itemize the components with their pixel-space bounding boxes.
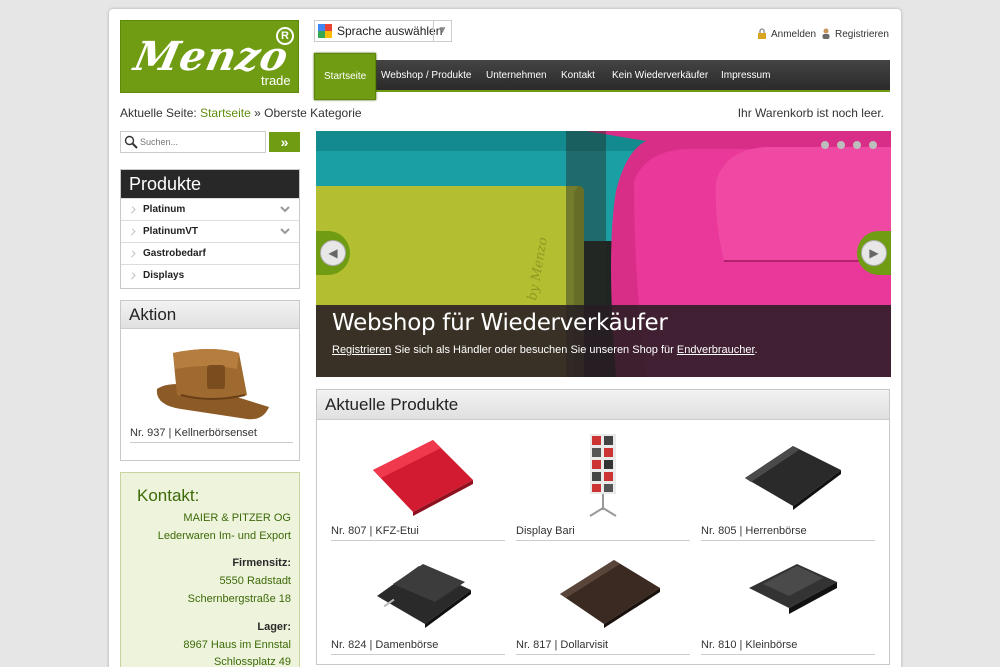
register-link[interactable]: Registrieren	[821, 28, 889, 40]
search-submit-button[interactable]: »	[269, 132, 300, 152]
arrow-bullet-icon	[128, 206, 136, 214]
current-products-title: Aktuelle Produkte	[317, 390, 889, 420]
login-label: Anmelden	[771, 29, 817, 40]
slider-dot[interactable]	[821, 141, 829, 149]
category-label: Displays	[143, 270, 185, 281]
contact-lager-label: Lager:	[257, 621, 291, 633]
register-link-inline[interactable]: Registrieren	[332, 344, 391, 356]
breadcrumb-current: Oberste Kategorie	[264, 106, 362, 120]
slider-dot[interactable]	[837, 141, 845, 149]
product-image	[749, 564, 837, 614]
language-select-label: Sprache auswählen	[337, 24, 443, 38]
contact-company: MAIER & PITZER OG	[183, 512, 291, 524]
breadcrumb: Aktuelle Seite: Startseite » Oberste Kat…	[120, 106, 362, 120]
endverbraucher-link[interactable]: Endverbraucher	[677, 344, 755, 356]
register-label: Registrieren	[835, 29, 889, 40]
dropdown-arrow-icon[interactable]: ▼	[433, 21, 451, 41]
arrow-bullet-icon	[128, 250, 136, 258]
products-box: Produkte Platinum PlatinumVT Gastrobedar…	[120, 169, 300, 289]
hero-slider: by Menzo ◀ ▶ Webshop für Wiederverkäufer…	[316, 131, 891, 377]
product-image	[560, 560, 660, 628]
slider-text-body: Sie sich als Händler oder besuchen Sie u…	[391, 344, 677, 356]
contact-hq-label: Firmensitz:	[232, 557, 291, 569]
slider-caption: Webshop für Wiederverkäufer Registrieren…	[316, 305, 891, 377]
login-link[interactable]: Anmelden	[757, 28, 816, 40]
breadcrumb-home-link[interactable]: Startseite	[200, 106, 251, 120]
category-item-platinumvt[interactable]: PlatinumVT	[121, 220, 299, 242]
google-translate-icon	[318, 24, 332, 38]
aktion-caption[interactable]: Nr. 937 | Kellnerbörsenset	[130, 427, 293, 443]
nav-item-kein-wiederverkaeufer[interactable]: Kein Wiederverkäufer	[612, 60, 708, 92]
chevron-left-icon: ◀	[320, 240, 346, 266]
product-image	[589, 434, 617, 517]
slider-dot[interactable]	[853, 141, 861, 149]
contact-hq-city: 5550 Radstadt	[219, 575, 291, 587]
aktion-box: Aktion Nr. 937 | Kellnerbörsenset	[120, 300, 300, 461]
contact-box: Kontakt: MAIER & PITZER OG Lederwaren Im…	[120, 472, 300, 667]
registered-mark-icon: R	[276, 27, 294, 45]
products-box-title: Produkte	[121, 170, 299, 198]
nav-item-kontakt[interactable]: Kontakt	[561, 60, 595, 92]
search-icon	[124, 135, 138, 149]
nav-item-webshop[interactable]: Webshop / Produkte	[381, 60, 471, 92]
category-item-gastrobedarf[interactable]: Gastrobedarf	[121, 242, 299, 264]
product-image	[745, 446, 841, 510]
slider-dot[interactable]	[869, 141, 877, 149]
chevron-right-icon: ▶	[861, 240, 887, 266]
product-label: Display Bari	[516, 525, 690, 541]
aktion-title: Aktion	[121, 301, 299, 329]
aktion-product-image[interactable]	[151, 339, 273, 423]
search-box	[120, 131, 266, 153]
contact-lager-city: 8967 Haus im Ennstal	[183, 639, 291, 651]
contact-hq-street: Schernbergstraße 18	[187, 593, 291, 605]
slider-title: Webshop für Wiederverkäufer	[332, 310, 668, 336]
category-label: PlatinumVT	[143, 226, 199, 237]
arrow-bullet-icon	[128, 272, 136, 280]
cart-status[interactable]: Ihr Warenkorb ist noch leer.	[738, 106, 884, 120]
breadcrumb-prefix: Aktuelle Seite:	[120, 106, 197, 120]
category-label: Gastrobedarf	[143, 248, 206, 259]
lock-icon	[758, 28, 766, 39]
search-input[interactable]	[140, 133, 262, 151]
product-label: Nr. 817 | Dollarvisit	[516, 639, 690, 655]
main-nav: Startseite Webshop / Produkte Unternehme…	[314, 53, 890, 100]
contact-lager-street: Schlossplatz 49	[213, 656, 291, 667]
nav-item-startseite[interactable]: Startseite	[314, 53, 377, 100]
product-label: Nr. 807 | KFZ-Etui	[331, 525, 505, 541]
chevron-down-icon[interactable]	[279, 202, 291, 216]
arrow-bullet-icon	[128, 228, 136, 236]
contact-title: Kontakt:	[137, 486, 200, 505]
nav-item-impressum[interactable]: Impressum	[721, 60, 770, 92]
language-select[interactable]: Sprache auswählen ▼	[314, 20, 452, 42]
product-label: Nr. 805 | Herrenbörse	[701, 525, 875, 541]
category-item-displays[interactable]: Displays	[121, 264, 299, 286]
slider-text: Registrieren Sie sich als Händler oder b…	[332, 344, 758, 356]
current-products-box: Aktuelle Produkte Nr. 807 | KFZ-Etui Dis…	[316, 389, 890, 665]
contact-description: Lederwaren Im- und Export	[157, 530, 291, 542]
product-image	[377, 564, 471, 628]
category-label: Platinum	[143, 204, 186, 215]
product-image	[373, 440, 473, 516]
page-container: Menzo trade R Sprache auswählen ▼ Anmeld…	[109, 9, 901, 667]
slider-text-end: .	[754, 344, 758, 356]
breadcrumb-separator: »	[254, 106, 261, 120]
product-label: Nr. 824 | Damenbörse	[331, 639, 505, 655]
nav-item-unternehmen[interactable]: Unternehmen	[486, 60, 547, 92]
logo-sub: trade	[261, 73, 291, 88]
menzo-logo[interactable]: Menzo trade R	[120, 20, 299, 93]
product-label: Nr. 810 | Kleinbörse	[701, 639, 875, 655]
user-icon	[822, 28, 830, 39]
category-item-platinum[interactable]: Platinum	[121, 198, 299, 220]
chevron-down-icon[interactable]	[279, 224, 291, 238]
